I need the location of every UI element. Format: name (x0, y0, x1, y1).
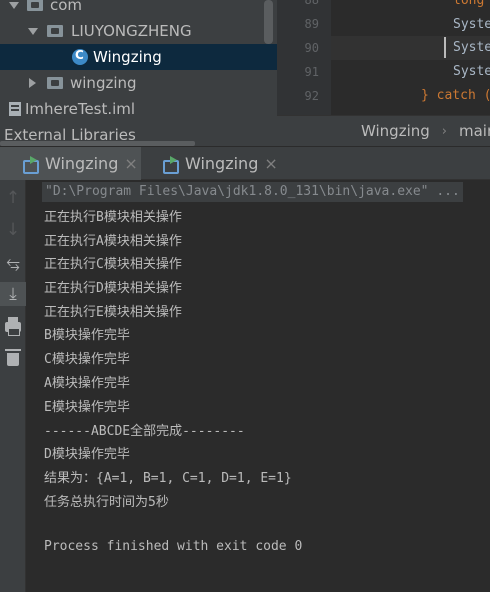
folder-icon (47, 25, 63, 37)
run-tab-bar: Wingzing × Wingzing × (0, 146, 490, 180)
console-line: 任务总执行时间为5秒 (44, 495, 169, 510)
folder-icon (47, 77, 63, 89)
tree-item-label: ImhereTest.iml (25, 100, 136, 118)
line-number: 92 (304, 89, 319, 103)
console-line: 正在执行B模块相关操作 (44, 210, 182, 225)
console-line: B模块操作完毕 (44, 328, 130, 343)
console-line: ------ABCDE全部完成-------- (44, 424, 245, 439)
project-tree: com LIUYONGZHENG Wingzing wingzing Imher… (0, 0, 277, 146)
command-line[interactable]: "D:\Program Files\Java\jdk1.8.0_131\bin\… (42, 182, 463, 202)
code-line: Syste (453, 64, 490, 79)
line-number: 88 (304, 0, 319, 7)
console-line: C模块操作完毕 (44, 352, 130, 367)
expand-arrow-icon[interactable] (28, 27, 38, 35)
run-toolbar: ↑ ↓ ⥃ ⤓ (0, 180, 26, 592)
line-number: 89 (304, 17, 319, 31)
up-arrow-icon[interactable]: ↑ (0, 186, 26, 210)
soft-wrap-icon[interactable]: ⥃ (0, 251, 26, 275)
code-line: Syste (453, 17, 490, 32)
breadcrumb: Wingzing › main (277, 115, 490, 146)
console-line: Process finished with exit code 0 (44, 539, 303, 554)
console-line: E模块操作完毕 (44, 400, 130, 415)
scroll-to-end-icon[interactable]: ⤓ (0, 282, 26, 306)
line-number: 91 (304, 65, 319, 79)
breadcrumb-item-method[interactable]: main (459, 122, 490, 140)
console-output[interactable]: "D:\Program Files\Java\jdk1.8.0_131\bin\… (27, 180, 490, 592)
console-line: A模块操作完毕 (44, 376, 130, 391)
code-line: long (453, 0, 485, 8)
tree-item-com[interactable]: com (0, 0, 277, 18)
run-config-icon (162, 155, 179, 174)
tree-item-label: wingzing (70, 74, 137, 92)
tree-item-wingzing-package[interactable]: wingzing (0, 70, 277, 96)
tree-item-label: Wingzing (93, 48, 162, 66)
iml-file-icon (9, 102, 21, 116)
console-line: 正在执行A模块相关操作 (44, 234, 182, 249)
trash-icon[interactable] (0, 347, 26, 371)
tree-item-wingzing-class[interactable]: Wingzing (0, 44, 277, 70)
tree-item-iml-file[interactable]: ImhereTest.iml (0, 96, 277, 122)
down-arrow-icon[interactable]: ↓ (0, 218, 26, 242)
console-line: 结果为：{A=1, B=1, C=1, D=1, E=1} (44, 471, 292, 486)
java-class-icon (72, 48, 88, 65)
text-caret (444, 37, 446, 58)
breadcrumb-item-class[interactable]: Wingzing (361, 122, 430, 140)
line-number: 90 (304, 41, 319, 55)
breadcrumb-separator: › (441, 123, 447, 139)
tree-vertical-scrollbar[interactable] (264, 0, 273, 44)
console-line: 正在执行E模块相关操作 (44, 305, 182, 320)
expand-arrow-icon[interactable] (9, 1, 19, 9)
run-tab-label: Wingzing (185, 154, 259, 173)
folder-icon (27, 0, 43, 11)
code-line: Syste (453, 40, 490, 55)
run-tab-label: Wingzing (45, 154, 119, 173)
collapse-arrow-icon[interactable] (29, 78, 36, 88)
code-line: } catch ( (421, 88, 490, 103)
close-icon[interactable]: × (264, 154, 277, 173)
console-line: 正在执行C模块相关操作 (44, 257, 182, 272)
run-tab-wingzing-2[interactable]: Wingzing × (141, 147, 282, 180)
console-line: 正在执行D模块相关操作 (44, 281, 182, 296)
tree-item-label: com (50, 0, 83, 14)
close-icon[interactable]: × (124, 154, 137, 173)
line-number-gutter: 88 89 90 91 92 93 (277, 0, 331, 115)
console-line: D模块操作完毕 (44, 447, 130, 462)
tree-item-liuyongzheng[interactable]: LIUYONGZHENG (0, 18, 277, 44)
run-config-icon (22, 155, 39, 174)
run-tab-wingzing-1[interactable]: Wingzing × (0, 147, 141, 180)
tree-item-label: LIUYONGZHENG (71, 22, 192, 40)
print-icon[interactable] (0, 315, 26, 339)
